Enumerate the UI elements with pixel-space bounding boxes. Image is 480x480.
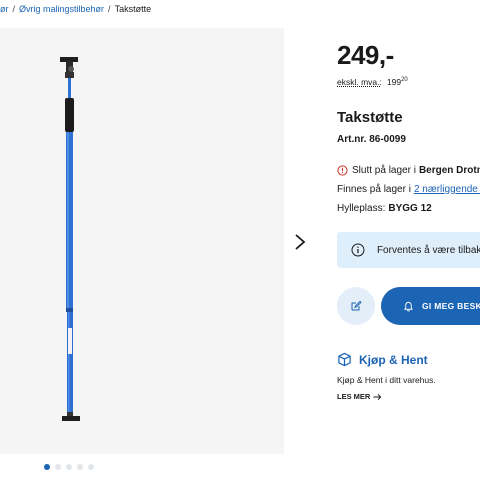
nearby-stores-link[interactable]: 2 nærliggende v xyxy=(414,184,480,195)
breadcrumb-link-parent[interactable]: ør xyxy=(0,4,9,14)
ex-vat-value-decimals: 20 xyxy=(401,77,408,84)
notify-me-label: GI MEG BESKJE xyxy=(422,301,480,311)
nearby-text: Finnes på lager i xyxy=(337,184,411,195)
edit-button[interactable] xyxy=(337,287,375,325)
shelf-value: BYGG 12 xyxy=(388,203,432,214)
restock-info-box: Forventes å være tilbake xyxy=(337,232,480,268)
package-icon xyxy=(338,352,351,367)
product-price: 249,- xyxy=(337,40,394,70)
shelf-label: Hylleplass: xyxy=(337,203,386,214)
breadcrumb-separator: / xyxy=(12,4,16,14)
breadcrumb-link-category[interactable]: Øvrig malingstilbehør xyxy=(19,4,104,14)
nearby-stock: Finnes på lager i2 nærliggende v xyxy=(337,184,480,195)
stock-status: Slutt på lager i Bergen Drotni xyxy=(337,165,480,176)
image-pagination xyxy=(44,464,94,470)
ex-vat-value: 19920 xyxy=(387,77,408,87)
click-collect-header: Kjøp & Hent xyxy=(337,352,428,367)
restock-info-text: Forventes å være tilbake xyxy=(376,244,480,256)
ex-vat-price: ekskl. mva.: 19920 xyxy=(337,77,408,87)
breadcrumb: ør / Øvrig malingstilbehør / Takstøtte xyxy=(0,4,151,14)
notify-me-button[interactable]: GI MEG BESKJE xyxy=(381,287,480,325)
click-collect-title: Kjøp & Hent xyxy=(359,352,428,367)
alert-circle-icon xyxy=(337,165,348,176)
arrow-right-icon xyxy=(373,393,382,400)
product-title: Takstøtte xyxy=(337,109,403,126)
breadcrumb-separator: / xyxy=(108,4,111,14)
article-number: Art.nr. 86-0099 xyxy=(337,134,406,145)
click-collect-description: Kjøp & Hent i ditt varehus. xyxy=(337,375,436,385)
product-image-area[interactable] xyxy=(0,28,284,454)
read-more-link[interactable]: LES MER xyxy=(337,392,382,401)
shelf-location: Hylleplass: BYGG 12 xyxy=(337,203,432,214)
chevron-right-icon[interactable] xyxy=(290,232,310,252)
product-image xyxy=(60,57,80,421)
pagination-dot-1[interactable] xyxy=(44,464,50,470)
out-of-stock-text: Slutt på lager i xyxy=(352,165,416,176)
bell-icon xyxy=(403,301,414,312)
pagination-dot-2[interactable] xyxy=(55,464,61,470)
ex-vat-label: ekskl. mva.: xyxy=(337,77,382,87)
store-name[interactable]: Bergen Drotni xyxy=(419,165,480,176)
pagination-dot-3[interactable] xyxy=(66,464,72,470)
pagination-dot-4[interactable] xyxy=(77,464,83,470)
info-icon xyxy=(351,243,365,257)
ex-vat-value-main: 199 xyxy=(386,77,402,87)
breadcrumb-current: Takstøtte xyxy=(114,4,152,14)
edit-icon xyxy=(351,300,362,311)
pagination-dot-5[interactable] xyxy=(88,464,94,470)
read-more-label: LES MER xyxy=(337,392,371,401)
